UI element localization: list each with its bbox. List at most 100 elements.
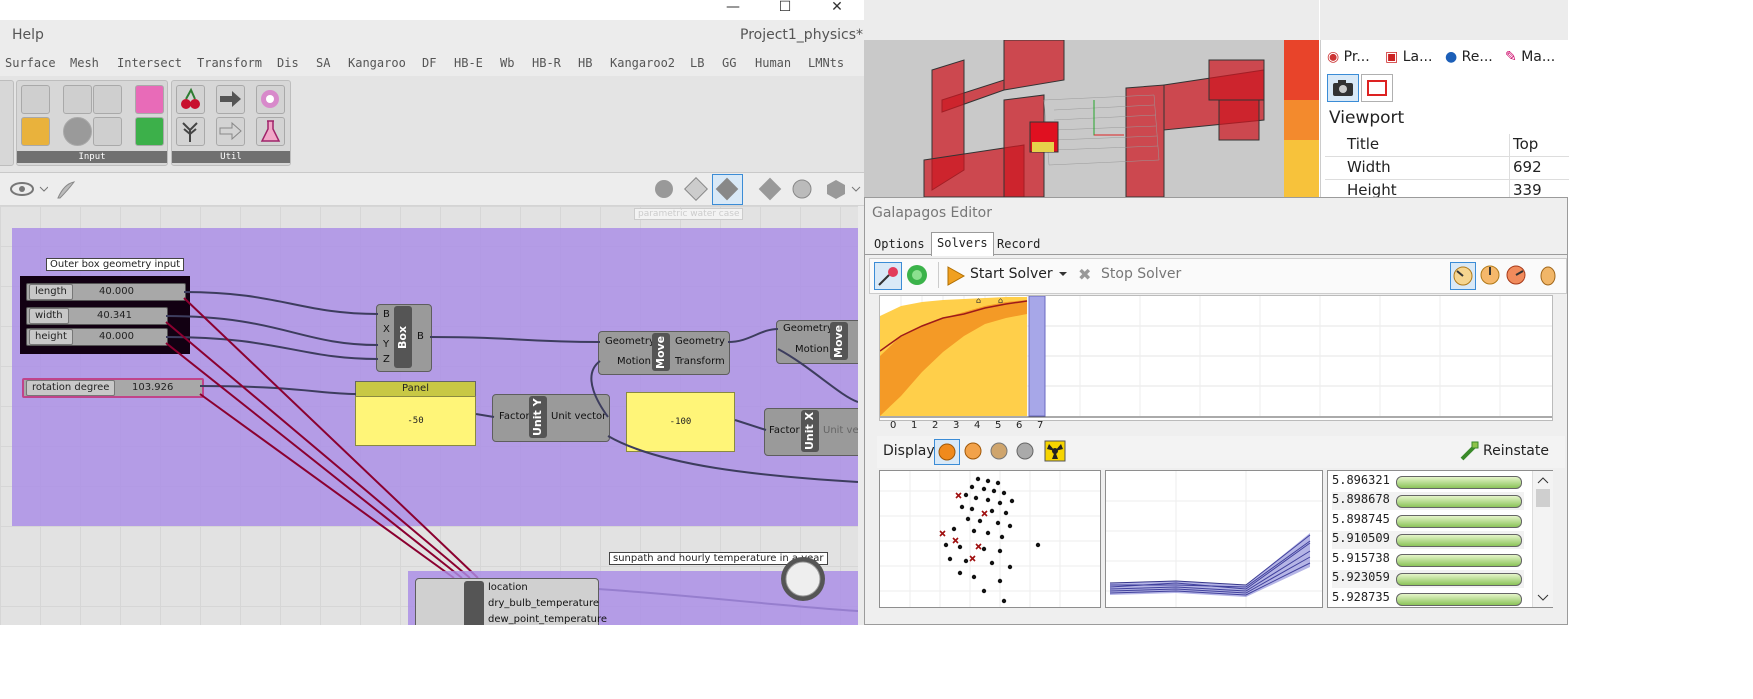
- help-menu[interactable]: Help: [12, 27, 44, 43]
- minimize-button[interactable]: —: [720, 0, 746, 18]
- row-key: Width: [1347, 158, 1391, 176]
- tab-wb[interactable]: Wb: [500, 56, 514, 70]
- tab-options[interactable]: Options: [869, 234, 930, 254]
- display-mode-4-icon[interactable]: [1013, 439, 1037, 463]
- gauge-fast-icon[interactable]: [1504, 262, 1528, 288]
- arrow-outline-icon[interactable]: [216, 117, 245, 146]
- annealing-solver-icon[interactable]: [904, 262, 930, 288]
- fitness-value: 5.896321: [1332, 473, 1390, 487]
- mesh-quality-icon[interactable]: [824, 177, 864, 201]
- import-icon[interactable]: [21, 85, 50, 114]
- tab-lmnts[interactable]: LMNts: [808, 56, 844, 70]
- tab-intersect[interactable]: Intersect: [117, 56, 182, 70]
- menu-title-bar: Help Project1_physics*: [0, 20, 864, 52]
- grasshopper-canvas[interactable]: parametric water case Outer box geometry…: [0, 206, 858, 625]
- table-row[interactable]: Title Top: [1325, 134, 1569, 157]
- cut-icon[interactable]: [758, 177, 782, 201]
- list-item[interactable]: 5.928735: [1332, 590, 1524, 608]
- list-item[interactable]: 5.915738: [1332, 551, 1524, 569]
- preview-off-icon[interactable]: [652, 177, 676, 201]
- camera-icon[interactable]: [1327, 74, 1359, 102]
- tab-surface[interactable]: Surface: [5, 56, 56, 70]
- rhino-viewport[interactable]: [864, 0, 1319, 197]
- gauge-slow-icon[interactable]: [1450, 262, 1476, 290]
- chevron-down-icon[interactable]: [1058, 269, 1068, 279]
- tab-materials[interactable]: ✎ Ma...: [1505, 49, 1555, 65]
- tab-df[interactable]: DF: [422, 56, 436, 70]
- tick-label: 0: [890, 420, 897, 431]
- tab-transform[interactable]: Transform: [197, 56, 262, 70]
- button-icon[interactable]: [63, 117, 92, 146]
- tab-label: Ma...: [1521, 49, 1556, 65]
- fractal-icon[interactable]: [256, 85, 285, 114]
- stop-solver-button[interactable]: Stop Solver: [1101, 266, 1181, 282]
- fitness-value: 5.910509: [1332, 531, 1390, 545]
- tab-properties[interactable]: ◉ Pr...: [1327, 49, 1370, 65]
- tab-human[interactable]: Human: [755, 56, 791, 70]
- tab-sa[interactable]: SA: [316, 56, 330, 70]
- display-bar: Display Reinstate: [877, 436, 1565, 468]
- fitness-graph[interactable]: ⌂ ⌂: [879, 295, 1553, 421]
- tab-dis[interactable]: Dis: [277, 56, 299, 70]
- maximize-button[interactable]: ☐: [772, 0, 798, 18]
- population-scatter[interactable]: [879, 470, 1101, 608]
- script-icon[interactable]: [93, 85, 122, 114]
- list-item[interactable]: 5.898745: [1332, 512, 1524, 530]
- tab-record[interactable]: Record: [992, 234, 1045, 254]
- list-item[interactable]: 5.923059: [1332, 570, 1524, 588]
- arrow-right-icon[interactable]: [216, 85, 245, 114]
- preview-wire-icon[interactable]: [684, 177, 708, 201]
- egg-icon[interactable]: [1536, 262, 1560, 288]
- list-scrollbar[interactable]: [1532, 471, 1553, 607]
- weather-component[interactable]: location dry_bulb_temperature dew_point_…: [415, 578, 607, 625]
- list-item[interactable]: 5.896321: [1332, 473, 1524, 491]
- tab-mesh[interactable]: Mesh: [70, 56, 99, 70]
- list-item[interactable]: 5.898678: [1332, 492, 1524, 510]
- weather-output: dew_point_temperature: [488, 614, 608, 625]
- tick-label: 2: [932, 420, 939, 431]
- start-solver-button[interactable]: Start Solver: [970, 266, 1053, 282]
- tab-gg[interactable]: GG: [722, 56, 736, 70]
- cherry-icon[interactable]: [176, 85, 205, 114]
- genome-graph[interactable]: [1105, 470, 1323, 608]
- timer-icon[interactable]: [778, 554, 828, 604]
- graph-mapper-icon[interactable]: [21, 117, 50, 146]
- radiation-icon[interactable]: [1043, 439, 1067, 463]
- tab-solvers[interactable]: Solvers: [931, 232, 994, 256]
- tab-render[interactable]: ● Re...: [1445, 49, 1493, 65]
- tab-kangaroo[interactable]: Kangaroo: [348, 56, 406, 70]
- display-mode-2-icon[interactable]: [961, 439, 985, 463]
- list-icon[interactable]: [93, 117, 122, 146]
- save-file-icon[interactable]: [63, 85, 92, 114]
- close-button[interactable]: ✕: [824, 0, 850, 18]
- scroll-up-icon[interactable]: [1537, 475, 1549, 485]
- reinstate-icon: [1460, 441, 1479, 461]
- gradient-icon[interactable]: [135, 85, 164, 114]
- pen-icon[interactable]: [54, 178, 78, 202]
- tab-layers[interactable]: ▣ La...: [1385, 49, 1432, 65]
- fitness-list[interactable]: 5.896321 5.898678 5.898745 5.910509 5.91…: [1327, 470, 1553, 608]
- scroll-thumb[interactable]: [1536, 489, 1550, 507]
- tab-hb[interactable]: HB: [578, 56, 592, 70]
- tab-kangaroo2[interactable]: Kangaroo2: [610, 56, 675, 70]
- list-item[interactable]: 5.910509: [1332, 531, 1524, 549]
- genetic-solver-icon[interactable]: [874, 262, 902, 290]
- tab-lb[interactable]: LB: [690, 56, 704, 70]
- eye-icon[interactable]: [8, 179, 48, 199]
- scroll-down-icon[interactable]: [1537, 593, 1549, 603]
- gauge-medium-icon[interactable]: [1478, 262, 1502, 288]
- tree-icon[interactable]: [176, 117, 205, 146]
- tab-hb-r[interactable]: HB-R: [532, 56, 561, 70]
- display-mode-3-icon[interactable]: [987, 439, 1011, 463]
- wire: [590, 360, 609, 418]
- preview-shaded-button[interactable]: [712, 174, 743, 205]
- flask-icon[interactable]: [256, 117, 285, 146]
- stop-icon: ✖: [1078, 265, 1092, 284]
- reinstate-button[interactable]: Reinstate: [1483, 443, 1549, 459]
- sphere-icon[interactable]: [790, 177, 814, 201]
- table-row[interactable]: Width 692: [1325, 157, 1569, 180]
- matrix-icon[interactable]: [135, 117, 164, 146]
- tab-hb-e[interactable]: HB-E: [454, 56, 483, 70]
- frame-icon[interactable]: [1361, 74, 1393, 102]
- display-mode-1-icon[interactable]: [934, 439, 960, 465]
